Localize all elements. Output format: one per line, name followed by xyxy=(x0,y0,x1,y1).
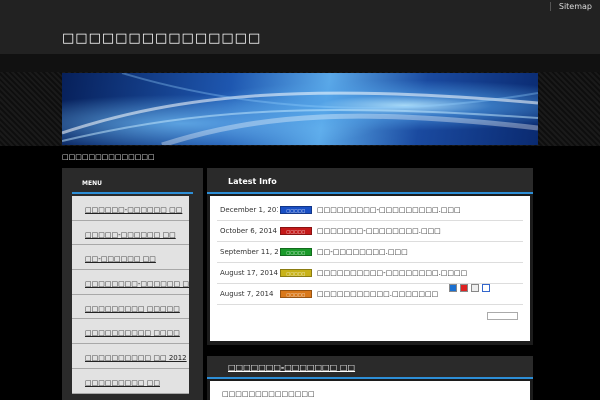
news-date: October 6, 2014 xyxy=(220,227,277,235)
news-list: December 1, 2014 □□□□□ □□□□□□□□□-□□□□□□□… xyxy=(210,196,530,341)
section-body: □□□□□□□□□□□□□□ xyxy=(210,381,530,400)
category-badge[interactable]: □□□□□ xyxy=(280,206,312,214)
category-badge[interactable]: □□□□□ xyxy=(280,248,312,256)
livedoor-clip-icon[interactable] xyxy=(460,284,468,292)
sidebar-heading: MENU xyxy=(72,174,193,194)
news-title-link[interactable]: □□□□□□□□□-□□□□□□□□□.□□□ xyxy=(317,206,461,214)
sitemap-link[interactable]: Sitemap xyxy=(549,2,592,11)
latest-info-panel: Latest Info December 1, 2014 □□□□□ □□□□□… xyxy=(207,168,533,345)
category-badge[interactable]: □□□□□ xyxy=(280,227,312,235)
news-item: December 1, 2014 □□□□□ □□□□□□□□□-□□□□□□□… xyxy=(217,200,523,221)
category-badge[interactable]: □□□□□ xyxy=(280,290,312,298)
news-date: August 7, 2014 xyxy=(220,290,274,298)
share-count-box xyxy=(487,312,518,320)
sidebar-item[interactable]: □□□□□□-□□□□□□ □□ xyxy=(72,196,189,221)
news-title-link[interactable]: □□□□□□□-□□□□□□□□.□□□ xyxy=(317,227,441,235)
news-date: September 11, 2014 xyxy=(220,248,278,256)
sidebar-list: □□□□□□-□□□□□□ □□ □□□□□-□□□□□□ □□ □□-□□□□… xyxy=(72,196,189,394)
sidebar-item[interactable]: □□□□□-□□□□□□ □□ xyxy=(72,221,189,246)
buzzurl-icon[interactable] xyxy=(482,284,490,292)
content-section: □□□□□□□-□□□□□□□ □□ □□□□□□□□□□□□□□ xyxy=(207,356,533,400)
bookmark-icon[interactable] xyxy=(471,284,479,292)
nav-band xyxy=(0,54,600,72)
section-heading-link[interactable]: □□□□□□□-□□□□□□□ □□ xyxy=(207,356,533,379)
sidebar-item[interactable]: □□□□□□□□□□ □□ 2012 xyxy=(72,344,189,369)
sidebar-item[interactable]: □□□□□□□□□ □□□□□ xyxy=(72,295,189,320)
sidebar-item[interactable]: □□-□□□□□□ □□ xyxy=(72,245,189,271)
section-text: □□□□□□□□□□□□□□ xyxy=(222,390,315,398)
sidebar-item[interactable]: □□□□□□□□-□□□□□□ □□□□ xyxy=(72,270,189,295)
site-title[interactable]: □□□□□□□□□□□□□□□ xyxy=(62,31,261,46)
news-title-link[interactable]: □□□□□□□□□□-□□□□□□□□.□□□□ xyxy=(317,269,467,277)
news-date: December 1, 2014 xyxy=(220,206,278,214)
sidebar-menu: MENU □□□□□□-□□□□□□ □□ □□□□□-□□□□□□ □□ □□… xyxy=(62,168,203,400)
news-item: October 6, 2014 □□□□□ □□□□□□□-□□□□□□□□.□… xyxy=(217,221,523,242)
latest-info-heading: Latest Info xyxy=(207,168,533,194)
site-tagline: □□□□□□□□□□□□□□ xyxy=(62,153,155,161)
header-banner-image xyxy=(62,73,538,145)
news-date: August 17, 2014 xyxy=(220,269,278,277)
news-item: August 17, 2014 □□□□□ □□□□□□□□□□-□□□□□□□… xyxy=(217,263,523,284)
header-bar: Sitemap □□□□□□□□□□□□□□□ xyxy=(0,0,600,54)
hatena-bookmark-icon[interactable] xyxy=(449,284,457,292)
news-item: September 11, 2014 □□□□□ □□-□□□□□□□□.□□□ xyxy=(217,242,523,263)
sidebar-item[interactable]: □□□□□□□□□□ □□□□ xyxy=(72,319,189,345)
sidebar-item[interactable]: □□□□□□□□□ □□ xyxy=(72,369,189,394)
news-title-link[interactable]: □□-□□□□□□□□.□□□ xyxy=(317,248,408,256)
news-title-link[interactable]: □□□□□□□□□□□.□□□□□□□ xyxy=(317,290,438,298)
category-badge[interactable]: □□□□□ xyxy=(280,269,312,277)
